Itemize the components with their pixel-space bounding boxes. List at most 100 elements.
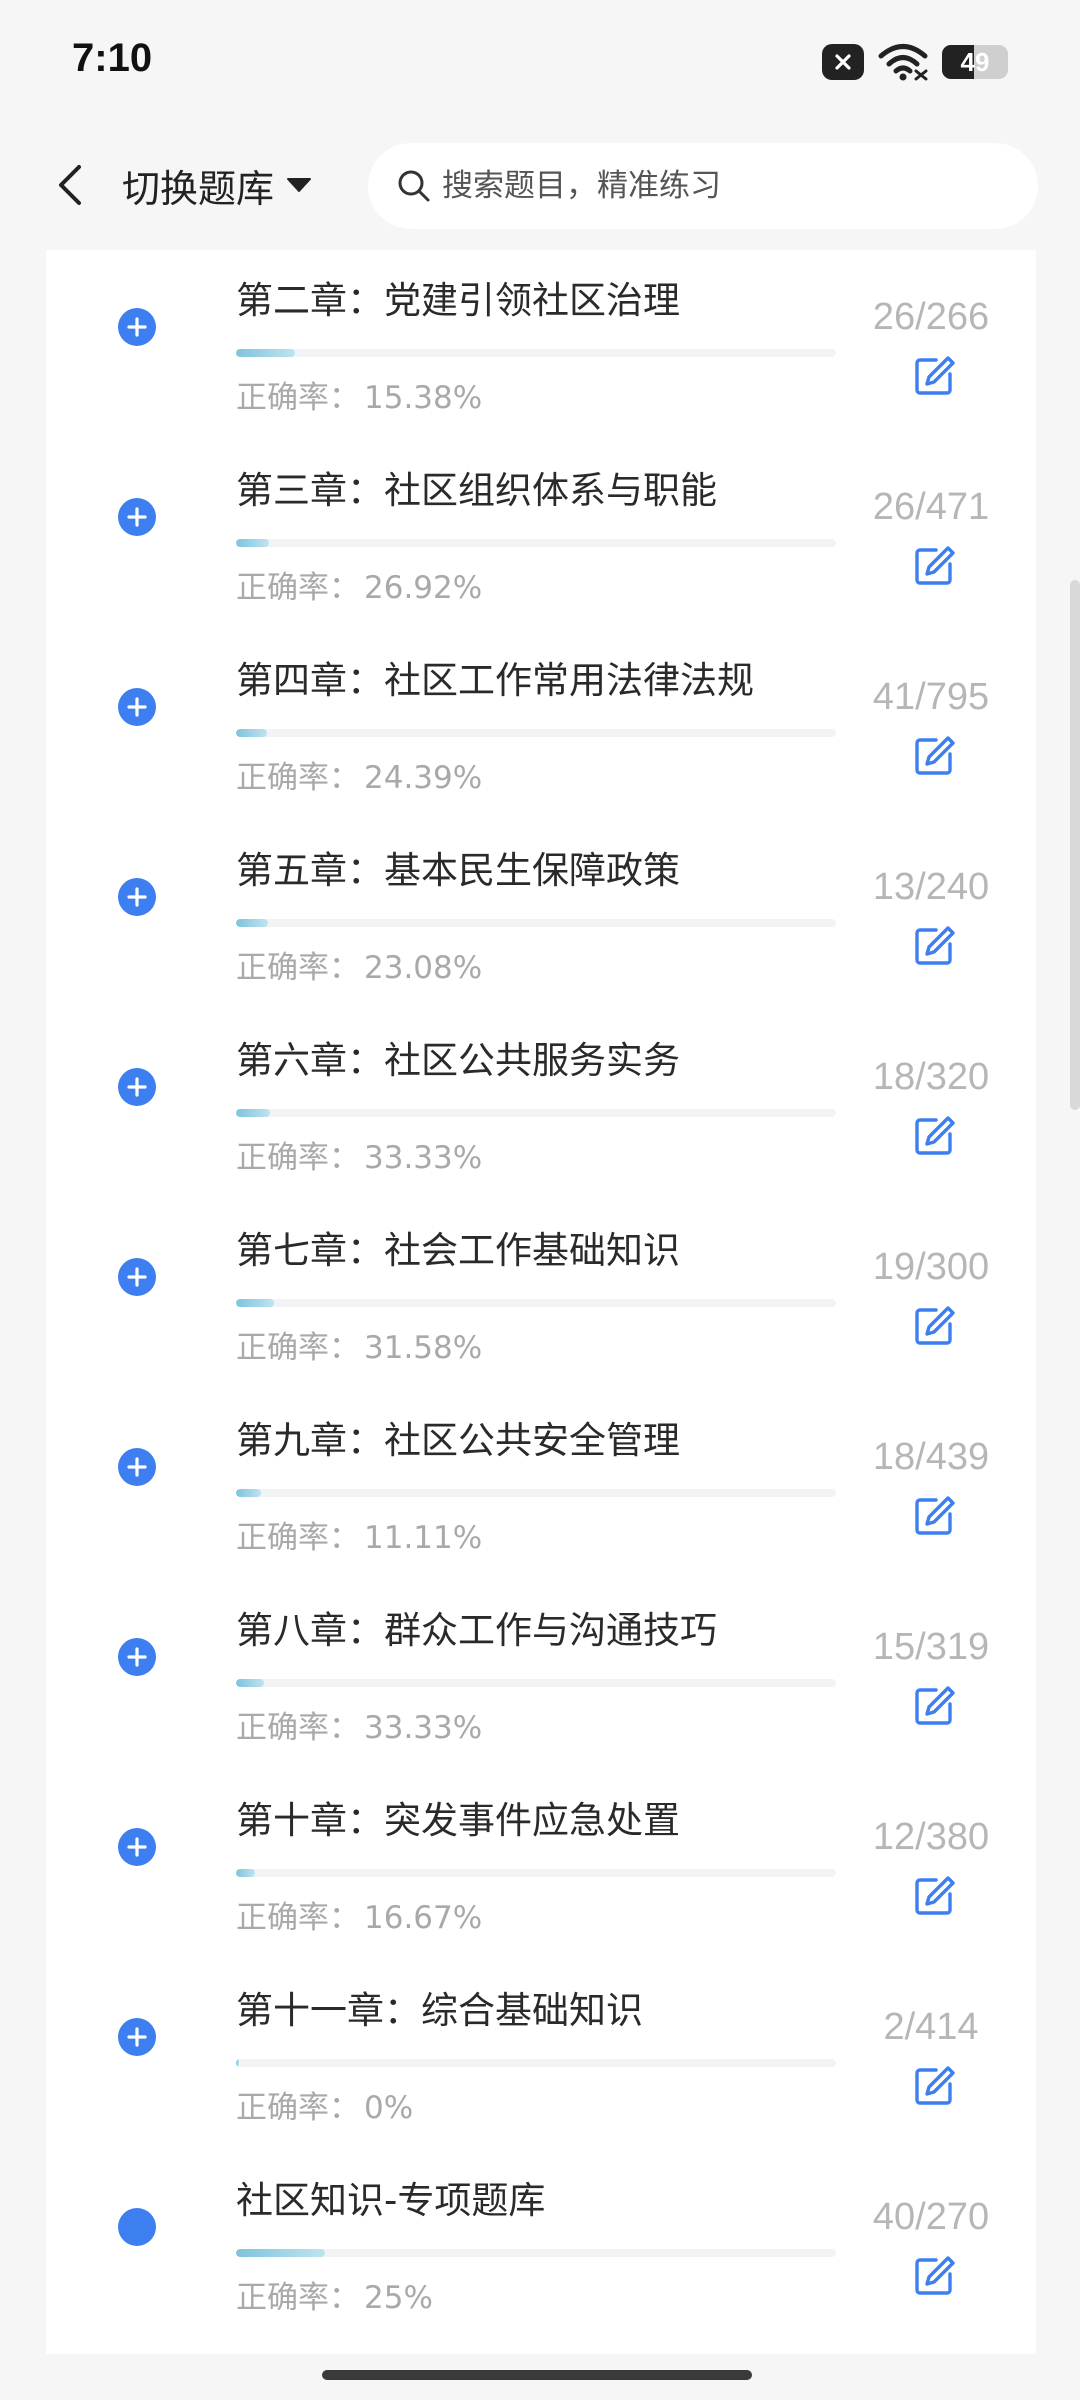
accuracy-value: 33.33% (364, 1710, 483, 1746)
accuracy-label: 正确率： (236, 1900, 360, 1936)
progress-fill (236, 1869, 256, 1877)
accuracy-text: 正确率： 25% (236, 2272, 433, 2317)
chapter-row[interactable]: 社区知识-专项题库正确率： 25% 40/270 (46, 2144, 1036, 2334)
add-circle-icon[interactable] (118, 308, 156, 346)
add-circle-icon[interactable] (118, 1828, 156, 1866)
edit-icon[interactable] (912, 924, 956, 968)
accuracy-label: 正确率： (236, 1140, 360, 1176)
progress-bar (236, 1489, 836, 1497)
chapter-row[interactable]: 第九章：社区公共安全管理 正确率： 11.11% 18/439 (46, 1384, 1036, 1574)
chapter-title[interactable]: 第九章：社区公共安全管理 (236, 1410, 680, 1464)
search-bar[interactable] (368, 143, 1038, 229)
progress-fill (236, 1299, 274, 1307)
question-count: 19/300 (872, 1246, 990, 1288)
question-count: 18/320 (872, 1056, 990, 1098)
edit-icon[interactable] (912, 2064, 956, 2108)
progress-bar (236, 729, 836, 737)
chevron-left-icon (59, 165, 81, 205)
question-count: 26/266 (872, 296, 990, 338)
status-time: 7:10 (72, 36, 153, 80)
progress-bar (236, 539, 836, 547)
chapter-title[interactable]: 第八章：群众工作与沟通技巧 (236, 1600, 717, 1654)
question-count: 26/471 (872, 486, 990, 528)
chapter-row[interactable]: 第六章：社区公共服务实务 正确率： 33.33% 18/320 (46, 1004, 1036, 1194)
chapter-list: 第二章：党建引领社区治理 正确率： 15.38% 26/266 第三章：社区组织体系与职… (46, 250, 1036, 2354)
chapter-row[interactable]: 第八章：群众工作与沟通技巧 正确率： 33.33% 15/319 (46, 1574, 1036, 1764)
chapter-title[interactable]: 第十一章：综合基础知识 (236, 1980, 643, 2034)
edit-icon[interactable] (912, 2254, 956, 2298)
add-circle-icon[interactable] (118, 1638, 156, 1676)
edit-icon[interactable] (912, 1494, 956, 1538)
progress-bar (236, 1299, 836, 1307)
accuracy-text: 正确率： 24.39% (236, 752, 482, 797)
accuracy-value: 16.67% (364, 1900, 483, 1936)
add-circle-icon[interactable] (118, 1448, 156, 1486)
chapter-row[interactable]: 第五章：基本民生保障政策 正确率： 23.08% 13/240 (46, 814, 1036, 1004)
accuracy-label: 正确率： (236, 380, 360, 416)
chapter-row[interactable]: 第二章：党建引领社区治理 正确率： 15.38% 26/266 (46, 244, 1036, 434)
question-count: 12/380 (872, 1816, 990, 1858)
switch-bank-dropdown[interactable]: 切换题库 (122, 157, 312, 213)
edit-icon[interactable] (912, 1684, 956, 1728)
chapter-title[interactable]: 第十章：突发事件应急处置 (236, 1790, 680, 1844)
switch-bank-label: 切换题库 (122, 166, 275, 211)
chapter-title[interactable]: 第二章：党建引领社区治理 (236, 270, 680, 324)
accuracy-label: 正确率： (236, 2090, 360, 2126)
add-circle-icon[interactable] (118, 2018, 156, 2056)
progress-bar (236, 1679, 836, 1687)
progress-bar (236, 2059, 836, 2067)
search-icon (398, 170, 430, 202)
progress-fill (236, 539, 269, 547)
chapter-row[interactable]: 第十一章：综合基础知识正确率： 0% 2/414 (46, 1954, 1036, 2144)
chapter-title[interactable]: 社区知识-专项题库 (236, 2170, 545, 2224)
chapter-title[interactable]: 第三章：社区组织体系与职能 (236, 460, 717, 514)
filled-circle-icon[interactable] (118, 2208, 156, 2246)
accuracy-label: 正确率： (236, 1520, 360, 1556)
add-circle-icon[interactable] (118, 1258, 156, 1296)
back-button[interactable] (40, 155, 100, 215)
accuracy-value: 11.11% (364, 1520, 483, 1556)
accuracy-label: 正确率： (236, 570, 360, 606)
edit-icon[interactable] (912, 354, 956, 398)
accuracy-value: 23.08% (364, 950, 483, 986)
accuracy-text: 正确率： 16.67% (236, 1892, 482, 1937)
accuracy-label: 正确率： (236, 1330, 360, 1366)
edit-icon[interactable] (912, 544, 956, 588)
edit-icon[interactable] (912, 1114, 956, 1158)
chapter-title[interactable]: 第七章：社会工作基础知识 (236, 1220, 680, 1274)
progress-bar (236, 2249, 836, 2257)
chapter-row[interactable]: 第七章：社会工作基础知识正确率： 31.58% 19/300 (46, 1194, 1036, 1384)
accuracy-text: 正确率： 11.11% (236, 1512, 482, 1557)
progress-bar (236, 1109, 836, 1117)
progress-fill (236, 1679, 265, 1687)
chapter-title[interactable]: 第四章：社区工作常用法律法规 (236, 650, 754, 704)
add-circle-icon[interactable] (118, 688, 156, 726)
accuracy-value: 0% (364, 2090, 414, 2126)
home-indicator[interactable] (322, 2370, 752, 2380)
chapter-row[interactable]: 第十章：突发事件应急处置正确率： 16.67% 12/380 (46, 1764, 1036, 1954)
add-circle-icon[interactable] (118, 878, 156, 916)
chapter-row[interactable]: 第三章：社区组织体系与职能 正确率： 26.92% 26/471 (46, 434, 1036, 624)
question-count: 41/795 (872, 676, 990, 718)
edit-icon[interactable] (912, 1874, 956, 1918)
add-circle-icon[interactable] (118, 498, 156, 536)
progress-fill (236, 729, 268, 737)
chapter-row[interactable]: 第四章：社区工作常用法律法规正确率： 24.39% 41/795 (46, 624, 1036, 814)
question-count: 2/414 (883, 2006, 979, 2048)
accuracy-text: 正确率： 33.33% (236, 1702, 482, 1747)
chapter-title[interactable]: 第五章：基本民生保障政策 (236, 840, 680, 894)
chapter-title[interactable]: 第六章：社区公共服务实务 (236, 1030, 680, 1084)
status-bar: 7:10 49 (0, 0, 1080, 125)
accuracy-value: 24.39% (364, 760, 483, 796)
edit-icon[interactable] (912, 1304, 956, 1348)
progress-fill (236, 1489, 261, 1497)
question-count: 40/270 (872, 2196, 990, 2238)
question-count: 13/240 (872, 866, 990, 908)
edit-icon[interactable] (912, 734, 956, 778)
accuracy-value: 31.58% (364, 1330, 483, 1366)
search-input[interactable] (442, 168, 1002, 204)
accuracy-value: 25% (364, 2280, 433, 2316)
progress-bar (236, 919, 836, 927)
scrollbar-thumb[interactable] (1070, 580, 1080, 1110)
add-circle-icon[interactable] (118, 1068, 156, 1106)
